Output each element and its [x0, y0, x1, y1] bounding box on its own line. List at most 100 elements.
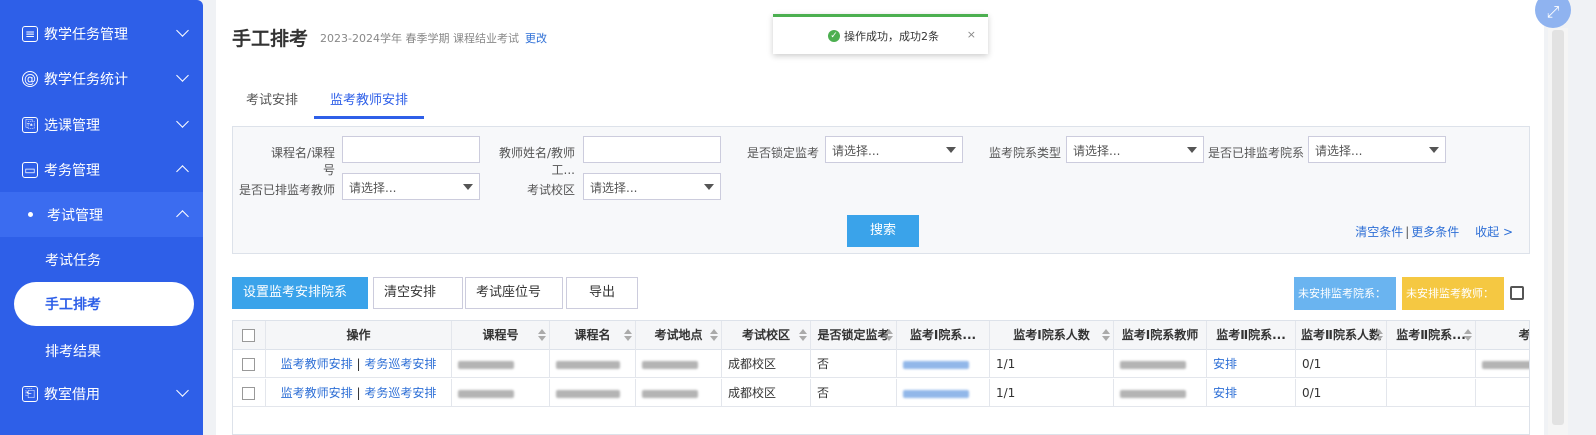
- header-exam-location[interactable]: 考试地点: [636, 321, 722, 350]
- sidebar: ≡ 教学任务管理 @ 教学任务统计 ⎘ 选课管理 ▭ 考务管理 考试管理 考试任…: [0, 0, 203, 435]
- sidebar-item-teaching-stats[interactable]: @ 教学任务统计: [0, 56, 203, 101]
- search-button[interactable]: 搜索: [847, 215, 919, 247]
- chevron-up-icon: [176, 165, 189, 178]
- location-cell: [636, 379, 722, 407]
- close-icon[interactable]: ×: [967, 28, 976, 41]
- chevron-down-icon: [176, 24, 189, 37]
- redacted-text: [1482, 360, 1529, 369]
- row-checkbox[interactable]: [242, 358, 255, 371]
- campus-select[interactable]: 请选择...: [583, 173, 721, 200]
- table-header: 操作 课程号 课程名 考试地点 考试校区 是否锁定监考 监考Ⅰ院系... 监考Ⅰ…: [233, 321, 1529, 350]
- room-icon: ⎗: [22, 385, 38, 402]
- campus-cell: 成都校区: [722, 379, 811, 407]
- redacted-text: [642, 360, 698, 369]
- redacted-text: [1120, 360, 1186, 369]
- header-dept1: 监考Ⅰ院系...: [897, 321, 990, 350]
- course-input[interactable]: [342, 136, 480, 163]
- redacted-text: [458, 360, 514, 369]
- export-button[interactable]: 导出: [566, 277, 638, 309]
- list-icon: ≡: [22, 25, 38, 42]
- dept1-teacher-cell: [1114, 350, 1207, 378]
- teacher-input[interactable]: [583, 136, 721, 163]
- redacted-text: [903, 360, 969, 369]
- sidebar-item-schedule-results[interactable]: 排考结果: [0, 328, 203, 373]
- dept2-extra-cell: [1387, 350, 1476, 378]
- chevron-down-icon: [463, 184, 473, 190]
- patrol-arrange-link[interactable]: 考务巡考安排: [364, 386, 436, 400]
- sidebar-item-teaching-tasks[interactable]: ≡ 教学任务管理: [0, 11, 203, 56]
- set-dept-button[interactable]: 设置监考安排院系: [232, 277, 368, 326]
- arrange-link[interactable]: 安排: [1213, 386, 1237, 400]
- scrollbar-thumb[interactable]: [1552, 30, 1564, 425]
- header-dept2-count[interactable]: 监考Ⅱ院系人数: [1296, 321, 1387, 350]
- dept1-cell: [897, 379, 990, 407]
- table-row: 监考教师安排 | 考务巡考安排 成都校区 否 1/1 安排 0/1: [233, 350, 1529, 378]
- invigilator-arrange-link[interactable]: 监考教师安排: [281, 357, 353, 371]
- stats-icon: @: [22, 70, 38, 87]
- header-exam-affairs: 考务: [1476, 321, 1529, 350]
- sidebar-item-classroom-borrow[interactable]: ⎗ 教室借用: [0, 371, 203, 416]
- change-link[interactable]: 更改: [525, 32, 547, 45]
- dept2-extra-cell: [1387, 379, 1476, 407]
- header-dept1-count[interactable]: 监考Ⅰ院系人数: [990, 321, 1114, 350]
- page-title: 手工排考: [232, 28, 309, 50]
- sort-icon[interactable]: [1375, 329, 1383, 341]
- redacted-text: [1120, 389, 1186, 398]
- teacher-label: 教师姓名/教师工...: [498, 146, 575, 177]
- dept-assigned-label: 是否已排监考院系: [1208, 146, 1305, 160]
- collapse-link[interactable]: 收起 >: [1475, 225, 1513, 239]
- chevron-down-icon: [176, 384, 189, 397]
- course-label: 课程名/课程号: [270, 146, 335, 177]
- dept2-cell: 安排: [1207, 379, 1296, 407]
- chevron-up-icon: [176, 210, 189, 223]
- patrol-arrange-link[interactable]: 考务巡考安排: [364, 357, 436, 371]
- sort-icon[interactable]: [1464, 329, 1472, 341]
- table-row: 监考教师安排 | 考务巡考安排 成都校区 否 1/1 安排 0/1: [233, 379, 1529, 407]
- sort-icon[interactable]: [624, 329, 632, 341]
- more-conditions-link[interactable]: 更多条件: [1411, 225, 1459, 239]
- dept-type-label: 监考院系类型: [988, 146, 1061, 160]
- arrange-link[interactable]: 安排: [1213, 357, 1237, 371]
- clear-arrangement-button[interactable]: 清空安排: [373, 277, 463, 326]
- sort-icon[interactable]: [885, 329, 893, 341]
- column-settings-icon[interactable]: [1510, 286, 1524, 300]
- sort-icon[interactable]: [538, 329, 546, 341]
- select-all-checkbox[interactable]: [242, 329, 255, 342]
- exam-affairs-cell: [1476, 350, 1529, 378]
- course-name-cell: [550, 379, 636, 407]
- sort-icon[interactable]: [799, 329, 807, 341]
- dot-icon: [28, 212, 33, 217]
- clear-conditions-link[interactable]: 清空条件: [1355, 225, 1403, 239]
- invigilator-arrange-link[interactable]: 监考教师安排: [281, 386, 353, 400]
- sidebar-item-exam-management[interactable]: 考试管理: [0, 192, 203, 237]
- sidebar-item-exam-tasks[interactable]: 考试任务: [0, 237, 203, 282]
- sidebar-item-course-selection[interactable]: ⎘ 选课管理: [0, 102, 203, 147]
- header-campus[interactable]: 考试校区: [722, 321, 811, 350]
- header-locked[interactable]: 是否锁定监考: [811, 321, 897, 350]
- filter-links: 清空条件 | 更多条件 收起 >: [1355, 225, 1513, 239]
- locked-cell: 否: [811, 350, 897, 378]
- row-checkbox[interactable]: [242, 387, 255, 400]
- operation-cell: 监考教师安排 | 考务巡考安排: [266, 379, 452, 407]
- header-course-name[interactable]: 课程名: [550, 321, 636, 350]
- header-course-no[interactable]: 课程号: [452, 321, 550, 350]
- exam-seat-button[interactable]: 考试座位号: [465, 277, 563, 326]
- check-circle-icon: ✓: [828, 30, 840, 42]
- header-dept2-extra[interactable]: 监考Ⅱ院系...: [1387, 321, 1476, 350]
- tab-invigilator-arrangement[interactable]: 监考教师安排: [314, 83, 425, 119]
- header-operation: 操作: [266, 321, 452, 350]
- sidebar-item-manual-scheduling[interactable]: 手工排考: [14, 282, 194, 326]
- teacher-assigned-select[interactable]: 请选择...: [342, 173, 480, 200]
- tab-exam-arrangement[interactable]: 考试安排: [246, 83, 298, 119]
- sidebar-item-exam-affairs[interactable]: ▭ 考务管理: [0, 147, 203, 192]
- dept-type-select[interactable]: 请选择...: [1066, 136, 1204, 163]
- locked-select[interactable]: 请选择...: [825, 136, 963, 163]
- location-cell: [636, 350, 722, 378]
- redacted-text: [903, 389, 969, 398]
- dept-assigned-select[interactable]: 请选择...: [1308, 136, 1446, 163]
- sort-icon[interactable]: [1102, 329, 1110, 341]
- sort-icon[interactable]: [710, 329, 718, 341]
- dept1-count-cell: 1/1: [990, 379, 1114, 407]
- row-checkbox-cell: [233, 350, 266, 378]
- exam-affairs-cell: [1476, 379, 1529, 407]
